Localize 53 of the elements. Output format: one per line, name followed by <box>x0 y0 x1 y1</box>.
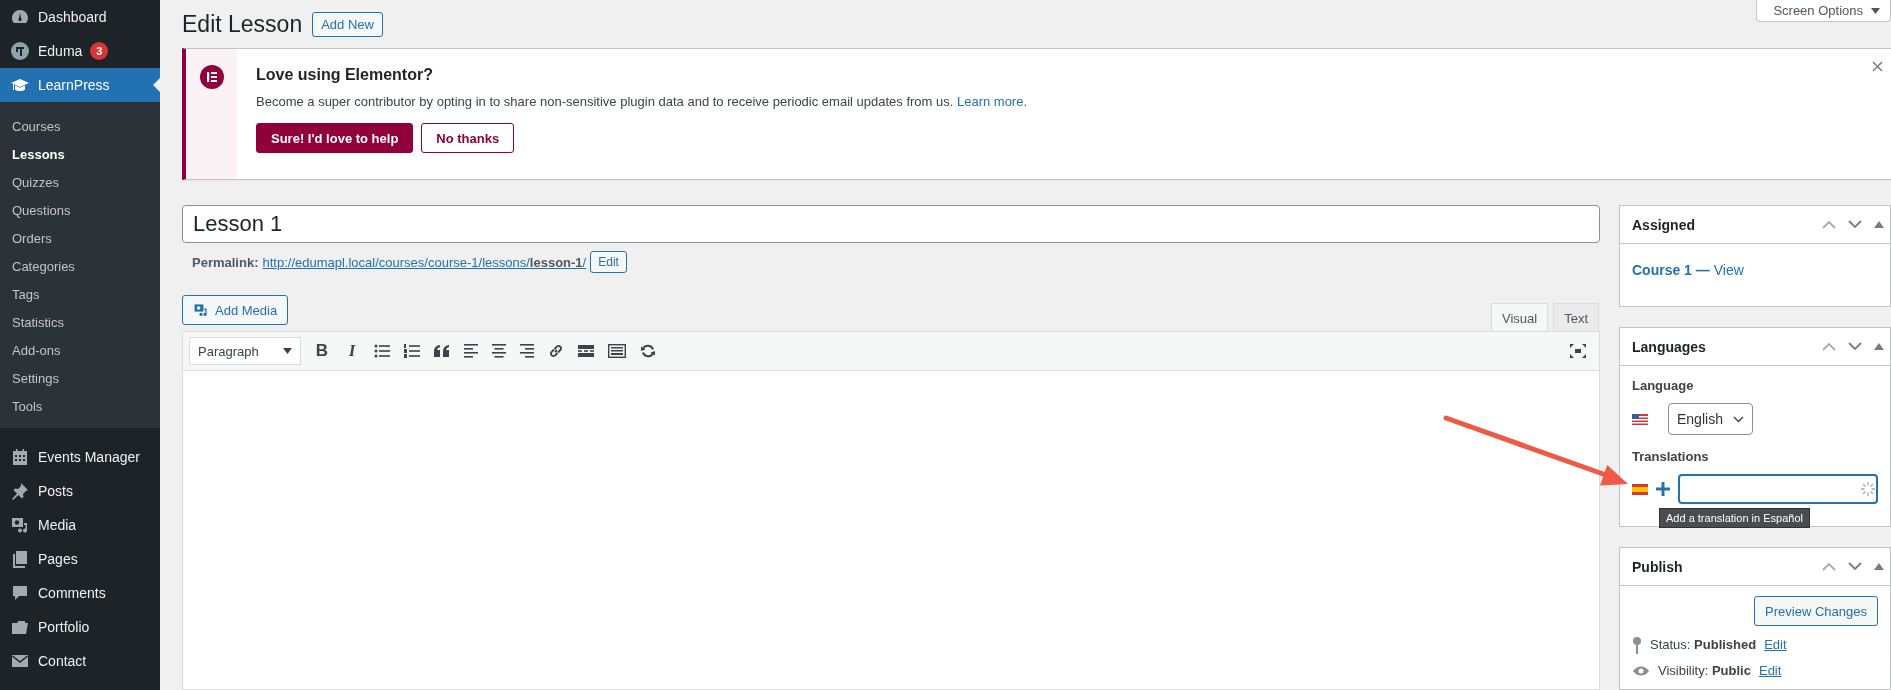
menu-item[interactable]: Events Manager <box>0 440 160 474</box>
language-select[interactable]: English <box>1668 403 1753 435</box>
add-media-button[interactable]: Add Media <box>182 295 289 325</box>
edit-permalink-button[interactable]: Edit <box>590 251 627 273</box>
publish-info: Status: Published <box>1650 636 1757 654</box>
submenu-item[interactable]: Questions <box>0 196 160 224</box>
menu-item[interactable]: Media <box>0 508 160 542</box>
opt-in-button[interactable]: Sure! I'd love to help <box>256 123 414 153</box>
notice-text: Become a super contributor by opting in to share non-sensitive plugin data and to receive periodic email updates from us. Learn more. <box>256 94 1028 109</box>
submenu-item[interactable]: Statistics <box>0 308 160 336</box>
submenu-item[interactable]: Tags <box>0 280 160 308</box>
submenu-item[interactable]: Categories <box>0 252 160 280</box>
notification-badge: 3 <box>90 42 109 60</box>
format-select[interactable]: Paragraph <box>189 337 301 365</box>
permalink-label: Permalink: <box>192 254 259 270</box>
preview-changes-button[interactable]: Preview Changes <box>1754 596 1878 626</box>
tooltip: Add a translation in Español <box>1659 508 1810 528</box>
submenu-item[interactable]: Lessons <box>0 140 160 168</box>
menu-item[interactable]: Eduma 3 <box>0 34 160 68</box>
italic-icon[interactable]: I <box>344 341 360 361</box>
editor-tab[interactable]: Text <box>1553 303 1599 332</box>
add-new-button[interactable]: Add New <box>312 12 383 37</box>
title-field[interactable]: Lesson 1 <box>182 205 1600 243</box>
menu-item[interactable]: Posts <box>0 474 160 508</box>
translations-label: Translations <box>1632 449 1710 464</box>
menu-item[interactable]: Contact <box>0 644 160 678</box>
screen-options-button[interactable]: Screen Options <box>1756 0 1891 22</box>
learn-more-link[interactable]: Learn more. <box>956 94 1028 109</box>
submenu-item[interactable]: Settings <box>0 364 160 392</box>
submenu-item[interactable]: Orders <box>0 224 160 252</box>
submenu-item[interactable]: Quizzes <box>0 168 160 196</box>
submenu-item[interactable]: Courses <box>0 112 160 140</box>
notice-title: Love using Elementor? <box>256 66 434 84</box>
page-title: Edit Lesson <box>182 10 303 39</box>
edit-link[interactable]: Edit <box>1764 636 1787 654</box>
bold-icon[interactable]: B <box>314 341 330 361</box>
edit-link[interactable]: Edit <box>1758 662 1782 680</box>
publish-info: Visibility: Public <box>1658 662 1751 680</box>
decline-button[interactable]: No thanks <box>421 123 515 153</box>
course-link[interactable]: Course 1 — View <box>1632 262 1744 278</box>
language-label: Language <box>1632 378 1695 393</box>
panel-title: Publish <box>1632 558 1684 575</box>
menu-item[interactable]: LearnPress <box>0 68 160 102</box>
menu-item[interactable]: Portfolio <box>0 610 160 644</box>
submenu-item[interactable]: Add-ons <box>0 336 160 364</box>
menu-item[interactable]: Dashboard <box>0 0 160 34</box>
menu-item[interactable]: Pages <box>0 542 160 576</box>
submenu-item[interactable]: Tools <box>0 392 160 420</box>
panel-title: Assigned <box>1632 216 1696 233</box>
editor-tab[interactable]: Visual <box>1490 303 1549 332</box>
permalink-link[interactable]: http://edumapl.local/courses/course-1/lessons/lesson-1/ <box>262 254 587 270</box>
menu-item[interactable]: Comments <box>0 576 160 610</box>
panel-title: Languages <box>1632 338 1707 355</box>
